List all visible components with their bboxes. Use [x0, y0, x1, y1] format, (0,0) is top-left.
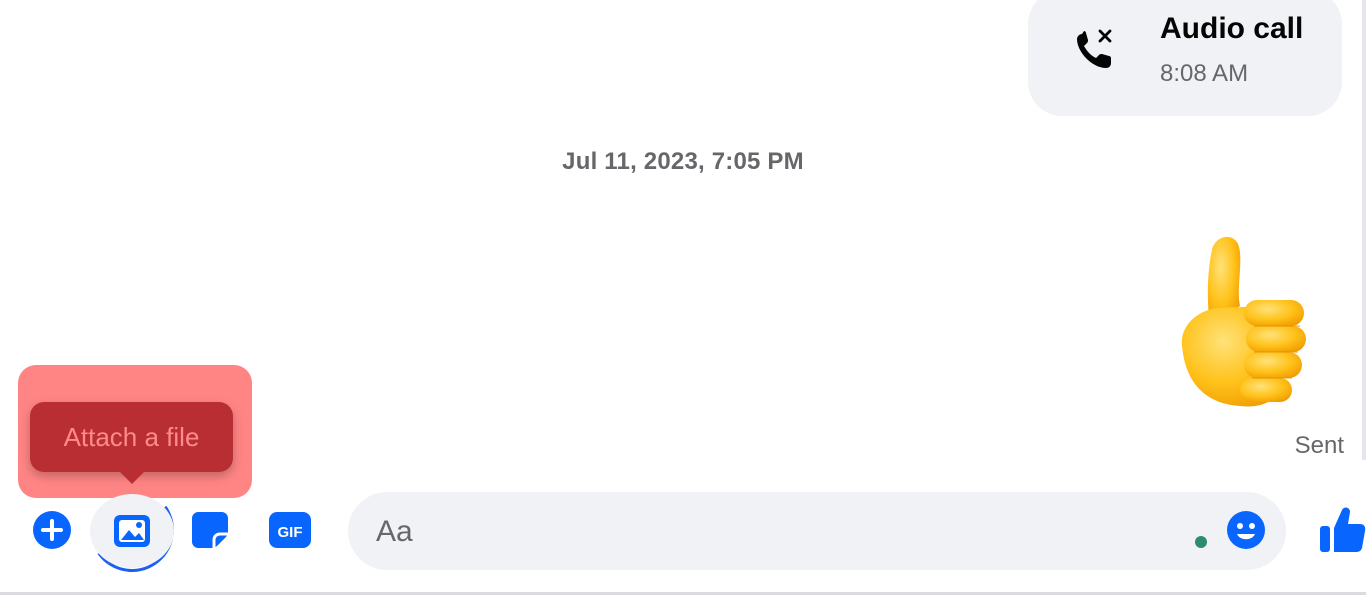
tooltip-text: Attach a file [63, 421, 200, 452]
date-separator: Jul 11, 2023, 7:05 PM [562, 148, 804, 175]
message-status: Sent [1294, 432, 1344, 459]
thumbs-up-emoji-message[interactable] [1160, 228, 1320, 418]
missed-call-icon [1070, 24, 1122, 76]
image-icon [112, 513, 152, 549]
gif-icon: GIF [268, 510, 312, 550]
call-time: 8:08 AM [1160, 60, 1249, 87]
thumbs-up-icon [1318, 504, 1366, 554]
chat-window: Audio call 8:08 AM Jul 11, 2023, 7:05 PM [0, 0, 1366, 595]
message-input[interactable] [374, 492, 1178, 572]
gif-button[interactable]: GIF [268, 510, 312, 550]
scrollbar[interactable] [1362, 0, 1366, 460]
message-composer: GIF [0, 481, 1366, 579]
emoji-button[interactable] [1226, 510, 1266, 550]
send-like-button[interactable] [1318, 504, 1366, 554]
message-input-container [348, 492, 1286, 572]
gif-label: GIF [278, 524, 303, 541]
sticker-icon [190, 510, 230, 550]
call-title: Audio call [1160, 12, 1304, 45]
smiley-icon [1226, 510, 1266, 550]
call-event-bubble[interactable]: Audio call 8:08 AM [1028, 0, 1342, 116]
sticker-button[interactable] [190, 510, 230, 550]
attach-file-tooltip: Attach a file [30, 402, 233, 472]
more-actions-button[interactable] [32, 510, 72, 550]
tooltip-arrow [118, 470, 146, 484]
grammar-status-dot [1195, 536, 1207, 548]
plus-circle-icon [32, 510, 72, 550]
attach-file-button[interactable] [90, 494, 174, 568]
